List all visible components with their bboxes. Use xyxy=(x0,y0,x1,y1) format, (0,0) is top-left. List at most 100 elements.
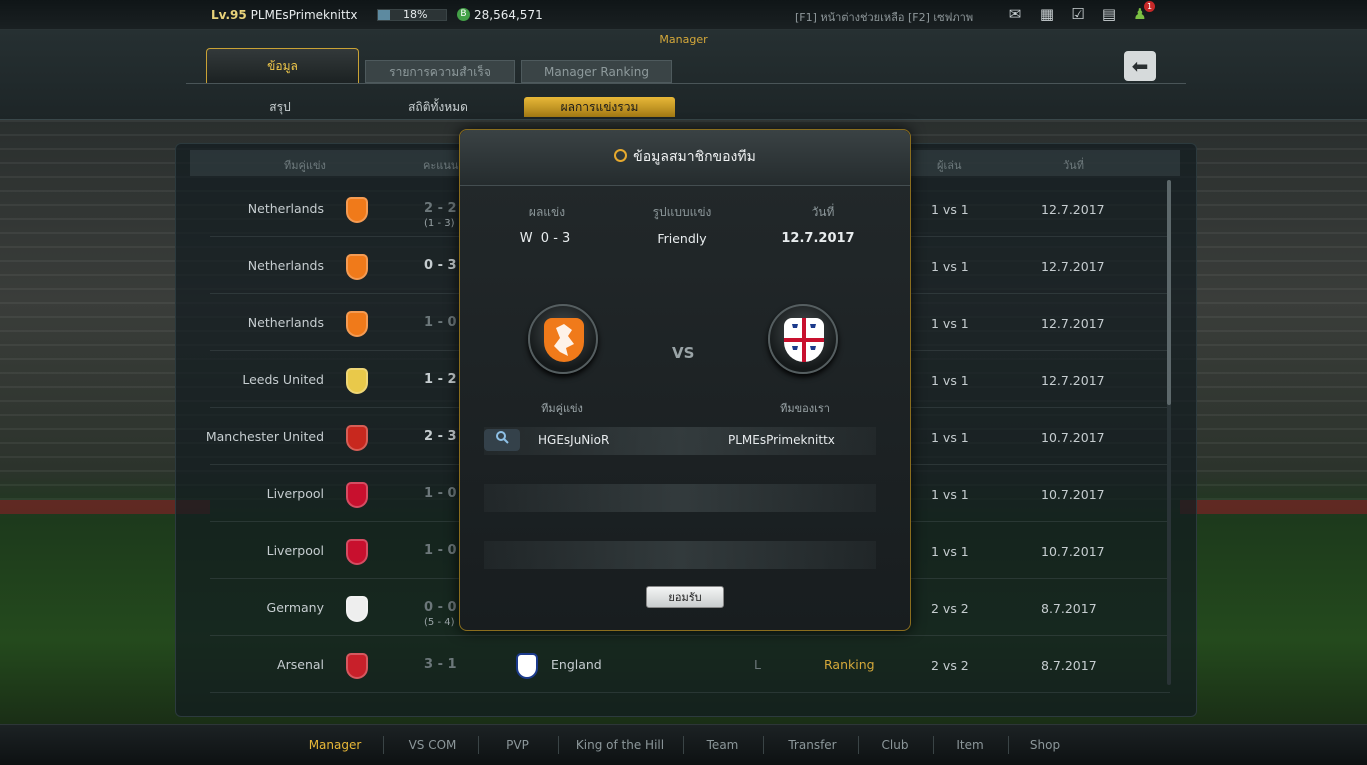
xp-percent: 18% xyxy=(403,8,428,21)
arsenal-crest-icon xyxy=(346,653,368,679)
opponent-team-name: Arsenal xyxy=(277,657,324,672)
own-team-logo xyxy=(768,304,838,374)
liverpool-crest-icon xyxy=(346,482,368,508)
match-date: 10.7.2017 xyxy=(1041,544,1105,559)
nav-separator xyxy=(478,736,479,754)
nav-separator xyxy=(858,736,859,754)
subtab-match-results[interactable]: ผลการแข่งรวม xyxy=(524,97,675,117)
tab-manager-ranking[interactable]: Manager Ranking xyxy=(521,60,672,83)
col-header-players: ผู้เล่น xyxy=(937,159,962,172)
col-header-score: คะแนน xyxy=(423,159,459,172)
match-date: 10.7.2017 xyxy=(1041,430,1105,445)
tab-info[interactable]: ข้อมูล xyxy=(206,48,359,84)
nav-item-transfer[interactable]: Transfer xyxy=(765,738,860,752)
mode-value: Friendly xyxy=(657,231,707,246)
opponent-team-name: Germany xyxy=(266,600,324,615)
subtab-summary[interactable]: สรุป xyxy=(230,97,330,117)
liverpool-crest-icon xyxy=(346,539,368,565)
coin-icon: B xyxy=(457,8,470,21)
match-date: 12.7.2017 xyxy=(1041,373,1105,388)
opponent-team-name: Netherlands xyxy=(247,258,324,273)
scrollbar[interactable] xyxy=(1167,180,1171,685)
match-players: 1 vs 1 xyxy=(931,487,969,502)
match-score: 1 - 2 xyxy=(424,372,457,387)
match-date: 10.7.2017 xyxy=(1041,487,1105,502)
match-players: 1 vs 1 xyxy=(931,202,969,217)
date-header: วันที่ xyxy=(811,205,835,219)
match-score: 1 - 0 xyxy=(424,543,457,558)
match-date: 8.7.2017 xyxy=(1041,658,1097,673)
opponent-team-name: Liverpool xyxy=(266,543,324,558)
nav-separator xyxy=(383,736,384,754)
player-row-empty xyxy=(484,484,876,512)
mode-header: รูปแบบแข่ง xyxy=(652,205,712,219)
match-date: 8.7.2017 xyxy=(1041,601,1097,616)
match-score: 1 - 0 xyxy=(424,486,457,501)
search-icon xyxy=(614,149,628,162)
opponent-caption: ทีมคู่แข่ง xyxy=(541,402,583,415)
germany-crest-icon xyxy=(346,596,368,622)
match-players: 1 vs 1 xyxy=(931,373,969,388)
opponent-team-name: Manchester United xyxy=(205,429,324,444)
dialog-title-text: ข้อมูลสมาชิกของทีม xyxy=(633,149,756,165)
match-score: 0 - 0 xyxy=(424,600,457,615)
team-member-info-dialog: ข้อมูลสมาชิกของทีม ผลแข่ง W 0 - 3 รูปแบบ… xyxy=(459,129,911,631)
nav-item-team[interactable]: Team xyxy=(685,738,760,752)
nav-separator xyxy=(933,736,934,754)
subtab-all-stats[interactable]: สถิติทั้งหมด xyxy=(388,97,488,117)
match-players: 1 vs 1 xyxy=(931,430,969,445)
nav-item-item[interactable]: Item xyxy=(935,738,1005,752)
nav-item-shop[interactable]: Shop xyxy=(1010,738,1080,752)
netherlands-crest-icon xyxy=(544,318,584,362)
col-header-date: วันที่ xyxy=(1063,159,1084,172)
calendar-check-icon[interactable]: ☑ xyxy=(1068,6,1088,23)
match-result: L xyxy=(754,657,761,672)
match-score: 3 - 1 xyxy=(424,657,457,672)
back-button[interactable]: ⬅ xyxy=(1124,51,1156,81)
versus-label: VS xyxy=(672,344,695,362)
nav-item-king-of-the-hill[interactable]: King of the Hill xyxy=(560,738,680,752)
match-score: 1 - 0 xyxy=(424,315,457,330)
profile-card-icon[interactable]: ▦ xyxy=(1037,6,1057,23)
own-caption: ทีมของเรา xyxy=(780,402,830,415)
match-date: 12.7.2017 xyxy=(1041,259,1105,274)
opponent-team-name: Liverpool xyxy=(266,486,324,501)
player-row: HGEsJuNioR PLMEsPrimeknittx xyxy=(484,427,876,455)
player-search-button[interactable] xyxy=(484,429,520,451)
own-team-name: England xyxy=(551,657,602,672)
tab-divider xyxy=(186,83,1186,84)
chat-icon[interactable]: ▤ xyxy=(1099,6,1119,23)
nav-item-club[interactable]: Club xyxy=(860,738,930,752)
netherlands-crest-icon xyxy=(346,197,368,223)
accept-button[interactable]: ยอมรับ xyxy=(646,586,724,608)
nav-separator xyxy=(683,736,684,754)
match-players: 2 vs 2 xyxy=(931,601,969,616)
opponent-team-name: Netherlands xyxy=(247,201,324,216)
match-score: 2 - 2 xyxy=(424,201,457,216)
opponent-team-name: Netherlands xyxy=(247,315,324,330)
match-players: 2 vs 2 xyxy=(931,658,969,673)
match-score: 0 - 3 xyxy=(424,258,457,273)
user-level: Lv.95 PLMEsPrimeknittx xyxy=(211,8,358,22)
nav-item-pvp[interactable]: PVP xyxy=(480,738,555,752)
username: PLMEsPrimeknittx xyxy=(250,8,358,22)
penalty-score: (5 - 4) xyxy=(424,617,455,628)
england-crest-icon xyxy=(784,318,824,362)
match-mode: Ranking xyxy=(824,657,875,672)
match-date: 12.7.2017 xyxy=(1041,316,1105,331)
scrollbar-thumb[interactable] xyxy=(1167,180,1171,405)
ad-board xyxy=(1180,500,1367,514)
player-row-empty xyxy=(484,541,876,569)
nav-separator xyxy=(763,736,764,754)
nav-item-vs-com[interactable]: VS COM xyxy=(385,738,480,752)
col-header-opponent: ทีมคู่แข่ง xyxy=(284,159,326,172)
england-crest-icon xyxy=(516,653,538,679)
opponent-player-name: HGEsJuNioR xyxy=(538,433,610,447)
own-player-name: PLMEsPrimeknittx xyxy=(728,433,835,447)
nav-separator xyxy=(558,736,559,754)
xp-bar-fill xyxy=(378,10,391,20)
nav-item-manager[interactable]: Manager xyxy=(295,738,375,752)
netherlands-crest-icon xyxy=(346,311,368,337)
mail-icon[interactable]: ✉ xyxy=(1005,6,1025,23)
tab-achievements[interactable]: รายการความสำเร็จ xyxy=(365,60,515,83)
